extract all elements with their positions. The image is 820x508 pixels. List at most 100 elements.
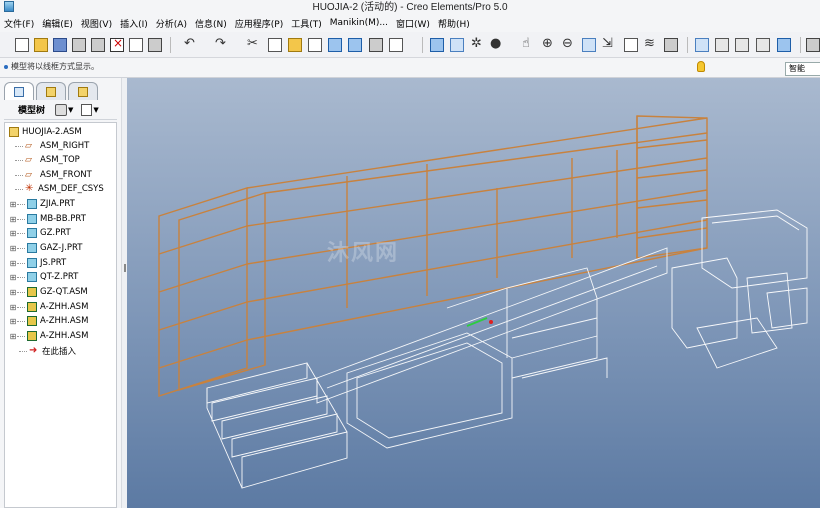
subassembly-icon	[27, 331, 37, 341]
datum-display-icon[interactable]	[430, 38, 444, 52]
selection-filter-select[interactable]: 智能	[785, 62, 820, 76]
tree-connector	[17, 262, 25, 264]
part-icon	[27, 228, 37, 238]
print-preview-icon[interactable]	[91, 38, 105, 52]
reorient-icon[interactable]: ⇲	[602, 36, 613, 51]
expand-icon[interactable]: ⊞	[9, 332, 17, 341]
gondola-wireframe	[316, 247, 668, 449]
tree-item-asm-def-csys[interactable]: ✳ ASM_DEF_CSYS	[15, 182, 104, 196]
tree-item-gz-qt[interactable]: ⊞ GZ-QT.ASM	[9, 285, 88, 299]
menu-view[interactable]: 视图(V)	[81, 17, 112, 30]
expand-icon[interactable]: ⊞	[9, 244, 17, 253]
model-tree: HUOJIA-2.ASM ▱ ASM_RIGHT ▱ ASM_TOP ▱ ASM_FR…	[4, 122, 117, 508]
refit-icon[interactable]	[582, 38, 596, 52]
spin-center-icon[interactable]	[450, 38, 464, 52]
cut-icon[interactable]: ✂	[247, 36, 258, 51]
tree-settings-icon[interactable]	[55, 103, 68, 116]
menu-applications[interactable]: 应用程序(P)	[235, 17, 283, 30]
tree-item-gz[interactable]: ⊞ GZ.PRT	[9, 226, 71, 240]
tree-connector	[17, 203, 25, 205]
tree-item-label: HUOJIA-2.ASM	[22, 127, 82, 137]
expand-icon[interactable]: ⊞	[9, 317, 17, 326]
edit-icon[interactable]	[129, 38, 143, 52]
expand-icon[interactable]: ⊞	[9, 288, 17, 297]
view-manager-icon[interactable]	[664, 38, 678, 52]
menu-help[interactable]: 帮助(H)	[438, 17, 470, 30]
shading-edges-icon[interactable]	[777, 38, 791, 52]
layers-icon[interactable]: ≋	[644, 36, 655, 51]
find-icon[interactable]	[369, 38, 383, 52]
tree-item-js[interactable]: ⊞ JS.PRT	[9, 256, 66, 270]
tree-item-zjia[interactable]: ⊞ ZJIA.PRT	[9, 197, 75, 211]
print-icon[interactable]	[72, 38, 86, 52]
new-file-icon[interactable]	[15, 38, 29, 52]
regen-manager-icon[interactable]	[348, 38, 362, 52]
expand-icon[interactable]: ⊞	[9, 303, 17, 312]
model-tree-header: 模型树 ▼ ▼	[4, 100, 117, 120]
tree-connector	[15, 188, 23, 190]
expand-icon[interactable]: ⊞	[9, 215, 17, 224]
saved-views-icon[interactable]	[624, 38, 638, 52]
tree-columns-icon[interactable]	[81, 103, 93, 116]
tree-item-a-zhh-1[interactable]: ⊞ A-ZHH.ASM	[9, 300, 88, 314]
copy-icon[interactable]	[268, 38, 282, 52]
menu-file[interactable]: 文件(F)	[4, 17, 34, 30]
menu-info[interactable]: 信息(N)	[195, 17, 227, 30]
zoom-in-icon[interactable]: ⊕	[542, 36, 553, 51]
tree-item-root-assembly[interactable]: HUOJIA-2.ASM	[7, 125, 82, 139]
tree-item-label: 在此插入	[42, 347, 77, 357]
tree-item-gaz-j[interactable]: ⊞ GAZ-J.PRT	[9, 241, 82, 255]
paste-icon[interactable]	[288, 38, 302, 52]
tab-model-tree[interactable]	[4, 82, 34, 100]
lightbulb-icon[interactable]	[697, 61, 705, 72]
tree-item-label: ZJIA.PRT	[40, 199, 75, 209]
zoom-out-icon[interactable]: ⊖	[562, 36, 573, 51]
menu-edit[interactable]: 编辑(E)	[42, 17, 73, 30]
model-tree-tab-icon	[14, 86, 24, 97]
menu-tools[interactable]: 工具(T)	[291, 17, 322, 30]
expand-icon[interactable]: ⊞	[9, 259, 17, 268]
tree-item-asm-right[interactable]: ▱ ASM_RIGHT	[15, 139, 89, 153]
undo-icon[interactable]: ↶	[184, 36, 195, 51]
shading-icon[interactable]	[756, 38, 770, 52]
open-folder-icon[interactable]	[34, 38, 48, 52]
tree-item-label: A-ZHH.ASM	[40, 331, 89, 341]
close-window-icon[interactable]	[110, 36, 124, 52]
redo-icon[interactable]: ↷	[215, 36, 226, 51]
wireframe-icon[interactable]	[695, 38, 709, 52]
chevron-down-icon[interactable]: ▼	[93, 106, 98, 114]
tab-favorites[interactable]	[68, 82, 98, 100]
tree-item-mb-bb[interactable]: ⊞ MB-BB.PRT	[9, 212, 86, 226]
select-box-icon[interactable]	[389, 38, 403, 52]
splitter-grip-icon[interactable]	[124, 264, 126, 272]
tree-item-a-zhh-3[interactable]: ⊞ A-ZHH.ASM	[9, 329, 88, 343]
save-icon[interactable]	[53, 38, 67, 52]
tree-item-qt-z[interactable]: ⊞ QT-Z.PRT	[9, 270, 78, 284]
no-hidden-icon[interactable]	[735, 38, 749, 52]
menu-window[interactable]: 窗口(W)	[396, 17, 430, 30]
menu-analysis[interactable]: 分析(A)	[156, 17, 187, 30]
menu-insert[interactable]: 插入(I)	[120, 17, 148, 30]
main-toolbar: ↶ ↷ ✂ ✲ ● ☝ ⊕ ⊖ ⇲ ≋	[0, 32, 820, 58]
expand-icon[interactable]: ⊞	[9, 273, 17, 282]
menu-manikin[interactable]: Manikin(M)...	[330, 18, 388, 28]
chevron-down-icon[interactable]: ▼	[68, 106, 73, 114]
hidden-line-icon[interactable]	[715, 38, 729, 52]
tree-item-insert-here[interactable]: ➜ 在此插入	[19, 344, 76, 358]
regenerate-model-icon[interactable]	[328, 38, 342, 52]
tab-folder-browser[interactable]	[36, 82, 66, 100]
graphics-viewport[interactable]: 沐风网	[127, 78, 820, 508]
orient-icon[interactable]: ✲	[471, 36, 482, 51]
selected-feature-marker	[466, 317, 493, 327]
regenerate-icon[interactable]	[148, 38, 162, 52]
tree-item-asm-top[interactable]: ▱ ASM_TOP	[15, 153, 80, 167]
appearance-icon[interactable]: ●	[490, 36, 501, 51]
expand-icon[interactable]: ⊞	[9, 229, 17, 238]
tree-item-asm-front[interactable]: ▱ ASM_FRONT	[15, 168, 92, 182]
pan-icon[interactable]: ☝	[522, 36, 530, 51]
tree-connector	[17, 232, 25, 234]
tree-item-a-zhh-2[interactable]: ⊞ A-ZHH.ASM	[9, 314, 88, 328]
paste-special-icon[interactable]	[308, 38, 322, 52]
expand-icon[interactable]: ⊞	[9, 200, 17, 209]
sketch-icon[interactable]	[806, 38, 820, 52]
